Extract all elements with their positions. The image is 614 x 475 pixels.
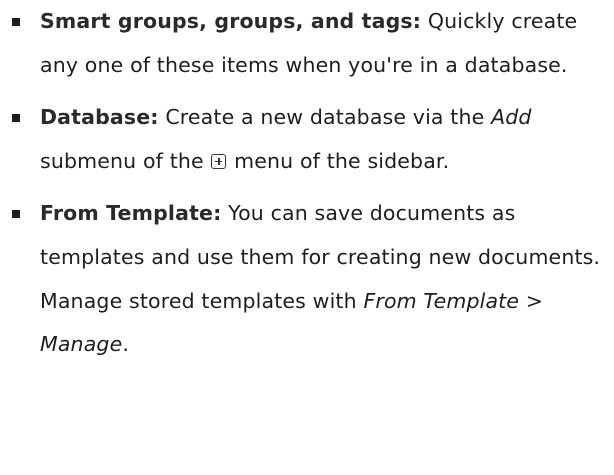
- bullet-marker: [12, 114, 20, 123]
- bullet-list: Smart groups, groups, and tags: Quickly …: [0, 0, 614, 367]
- plus-box-icon: [211, 153, 227, 169]
- item-description-start: Create a new database via the: [165, 105, 485, 130]
- bullet-marker: [12, 210, 20, 219]
- list-item-from-template: From Template: You can save documents as…: [0, 192, 614, 366]
- document-body: Smart groups, groups, and tags: Quickly …: [0, 0, 614, 475]
- item-term: Database:: [40, 105, 159, 130]
- bullet-marker: [12, 18, 20, 26]
- list-item-database: Database: Create a new database via the …: [0, 96, 614, 183]
- item-description-end: .: [122, 332, 130, 357]
- item-description-end: menu of the sidebar.: [234, 148, 450, 173]
- item-description-middle: submenu of the: [40, 148, 204, 173]
- item-term: From Template:: [40, 201, 222, 226]
- list-item-smart-groups: Smart groups, groups, and tags: Quickly …: [0, 0, 614, 87]
- item-term: Smart groups, groups, and tags:: [40, 9, 422, 33]
- add-submenu-name: Add: [491, 105, 532, 130]
